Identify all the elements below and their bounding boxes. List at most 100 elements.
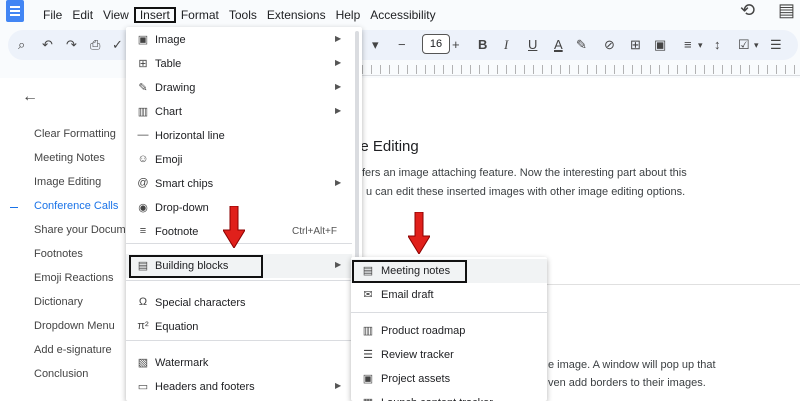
bold-button[interactable]: B	[478, 36, 487, 54]
back-arrow-icon[interactable]: ←	[22, 88, 38, 106]
insert-menu-item-headers-and-footers[interactable]: ▭ Headers and footers ▶	[126, 375, 352, 399]
add-comment-icon[interactable]: ⊞	[630, 36, 641, 54]
redo-icon[interactable]: ↷	[66, 36, 77, 54]
doc-paragraph-line-3: e image. A window will pop up that	[548, 359, 716, 371]
launch-tracker-icon: ▦	[361, 396, 375, 401]
insert-menu-item-emoji[interactable]: ☺ Emoji	[126, 148, 352, 172]
menu-items: File Edit View Insert Format Tools Extensions H…	[38, 7, 441, 23]
increase-font-size-button[interactable]: +	[452, 36, 460, 54]
comments-icon[interactable]: ▤	[778, 0, 795, 21]
doc-paragraph-line-1: fers an image attaching feature. Now the…	[362, 167, 687, 179]
menu-edit[interactable]: Edit	[67, 7, 98, 23]
annotation-box	[352, 260, 467, 283]
text-color-button[interactable]: A	[554, 36, 563, 54]
ruler[interactable]	[362, 62, 800, 76]
undo-icon[interactable]: ↶	[42, 36, 53, 54]
insert-menu-item-equation[interactable]: π² Equation	[126, 315, 352, 339]
building-block-meeting-notes[interactable]: ▤ Meeting notes	[351, 259, 547, 283]
insert-menu-item-horizontal-line[interactable]: — Horizontal line	[126, 124, 352, 148]
menu-format[interactable]: Format	[176, 7, 224, 23]
menu-accessibility[interactable]: Accessibility	[365, 7, 440, 23]
document-outline-panel: ← Clear Formatting Meeting Notes Image Edi…	[0, 78, 140, 401]
insert-menu-item-special-characters[interactable]: Ω Special characters	[126, 291, 352, 315]
outline-item-emoji-reactions[interactable]: Emoji Reactions	[34, 272, 140, 284]
menu-tools[interactable]: Tools	[224, 7, 262, 23]
outline-item-dropdown-menu[interactable]: Dropdown Menu	[34, 320, 140, 332]
underline-button[interactable]: U	[528, 36, 537, 54]
insert-menu-item-chart[interactable]: ▥ Chart ▶	[126, 100, 352, 124]
font-dropdown-chevron-icon[interactable]: ▾	[372, 36, 379, 54]
red-arrow-building-blocks	[223, 206, 245, 248]
history-icon[interactable]: ⟲	[740, 0, 755, 21]
outline-item-share-your-document[interactable]: Share your Document	[34, 224, 140, 236]
insert-menu-item-label: Chart	[155, 106, 182, 118]
building-block-project-assets[interactable]: ▣ Project assets	[351, 367, 547, 391]
insert-menu-item-label: Horizontal line	[155, 130, 225, 142]
outline-item-image-editing[interactable]: Image Editing	[34, 176, 140, 188]
search-menus-icon[interactable]: ⌕	[18, 36, 25, 54]
menu-help[interactable]: Help	[331, 7, 366, 23]
insert-menu-item-watermark[interactable]: ▧ Watermark	[126, 351, 352, 375]
outline-item-meeting-notes[interactable]: Meeting Notes	[34, 152, 140, 164]
insert-image-icon[interactable]: ▣	[654, 36, 666, 54]
insert-menu-item-label: Image	[155, 34, 186, 46]
building-block-label: Email draft	[381, 289, 434, 301]
outline-item-add-e-signature[interactable]: Add e-signature	[34, 344, 140, 356]
insert-menu-item-label: Special characters	[155, 297, 246, 309]
insert-menu-item-label: Drop-down	[155, 202, 209, 214]
decrease-font-size-button[interactable]: −	[398, 36, 406, 54]
building-block-email-draft[interactable]: ✉ Email draft	[351, 283, 547, 307]
outline-item-footnotes[interactable]: Footnotes	[34, 248, 140, 260]
building-block-launch-content-tracker[interactable]: ▦ Launch content tracker	[351, 391, 547, 401]
italic-button[interactable]: I	[504, 36, 508, 54]
insert-menu-item-image[interactable]: ▣ Image ▶	[126, 28, 352, 52]
menu-extensions[interactable]: Extensions	[262, 7, 331, 23]
print-icon[interactable]: ⎙	[90, 36, 100, 54]
bulleted-list-icon[interactable]: ☰	[770, 36, 782, 54]
menu-file[interactable]: File	[38, 7, 67, 23]
submenu-arrow-icon: ▶	[335, 260, 342, 269]
insert-menu-item-label: Equation	[155, 321, 199, 333]
menu-view[interactable]: View	[98, 7, 134, 23]
drawing-icon: ✎	[138, 82, 148, 94]
outline-item-clear-formatting[interactable]: Clear Formatting	[34, 128, 140, 140]
insert-menu-item-drawing[interactable]: ✎ Drawing ▶	[126, 76, 352, 100]
building-block-label: Project assets	[381, 373, 451, 385]
equation-icon: π²	[137, 320, 149, 332]
headers-footers-icon: ▭	[137, 381, 149, 393]
building-block-product-roadmap[interactable]: ▥ Product roadmap	[351, 319, 547, 343]
insert-menu-separator	[126, 280, 352, 281]
shortcut-label: Ctrl+Alt+F	[292, 226, 338, 237]
building-block-label: Review tracker	[381, 349, 454, 361]
insert-menu-item-label: Emoji	[155, 154, 183, 166]
insert-menu-item-label: Headers and footers	[155, 381, 255, 393]
highlight-color-icon[interactable]: ✎	[576, 36, 587, 54]
insert-menu-item-smart-chips[interactable]: @ Smart chips ▶	[126, 172, 352, 196]
outline-item-conclusion[interactable]: Conclusion	[34, 368, 140, 380]
smart-chips-icon: @	[137, 177, 149, 189]
docs-logo-icon[interactable]	[6, 0, 24, 22]
submenu-arrow-icon: ▶	[335, 178, 342, 187]
align-icon[interactable]: ≡	[684, 36, 692, 54]
outline-item-conference-calls[interactable]: Conference Calls	[34, 200, 140, 212]
checklist-icon[interactable]: ☑	[738, 36, 750, 54]
spellcheck-icon[interactable]: ✓	[112, 36, 123, 54]
building-blocks-submenu: ▤ Meeting notes ✉ Email draft ▥ Product roadm…	[351, 257, 547, 401]
project-assets-icon: ▣	[362, 373, 374, 385]
product-roadmap-icon: ▥	[362, 325, 374, 337]
insert-menu-item-table[interactable]: ⊞ Table ▶	[126, 52, 352, 76]
line-spacing-icon[interactable]: ↕	[714, 36, 721, 54]
review-tracker-icon: ☰	[363, 349, 373, 361]
building-block-review-tracker[interactable]: ☰ Review tracker	[351, 343, 547, 367]
table-icon: ⊞	[138, 58, 148, 70]
submenu-arrow-icon: ▶	[335, 34, 342, 43]
emoji-icon: ☺	[137, 153, 149, 165]
menu-insert[interactable]: Insert	[133, 7, 176, 23]
align-chevron-icon[interactable]: ▾	[698, 36, 703, 54]
font-size-input[interactable]: 16	[422, 34, 450, 54]
special-characters-icon: Ω	[138, 296, 148, 308]
outline-item-dictionary[interactable]: Dictionary	[34, 296, 140, 308]
checklist-chevron-icon[interactable]: ▾	[754, 36, 759, 54]
insert-menu-item-building-blocks[interactable]: ▤ Building blocks ▶	[126, 254, 352, 278]
insert-link-icon[interactable]: ⊘	[604, 36, 615, 54]
